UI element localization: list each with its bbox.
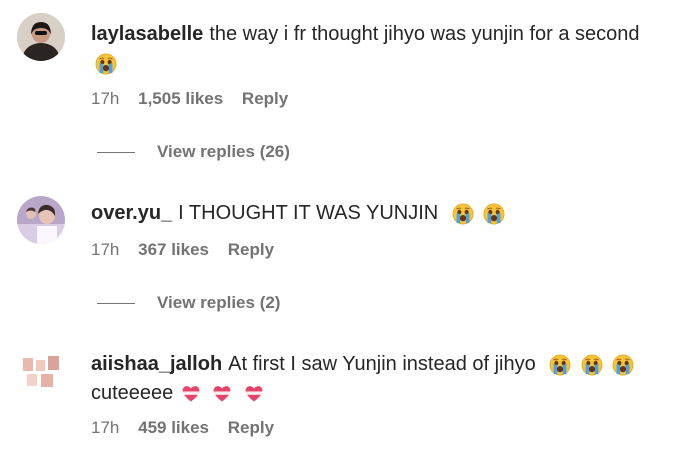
comment-likes[interactable]: 1,505 likes xyxy=(138,89,223,109)
reply-button[interactable]: Reply xyxy=(242,89,288,109)
reply-button[interactable]: Reply xyxy=(228,240,274,260)
comment-text: over.yu_ I THOUGHT IT WAS YUNJIN xyxy=(91,199,681,228)
heart-ribbon-icon xyxy=(245,385,263,402)
replies-divider xyxy=(97,151,135,153)
view-replies-label[interactable]: View replies (26) xyxy=(157,142,290,162)
crying-face-icon xyxy=(612,354,634,376)
comment-username[interactable]: over.yu_ xyxy=(91,202,172,224)
avatar[interactable] xyxy=(17,196,65,244)
comment-time[interactable]: 17h xyxy=(91,89,119,109)
comment-time[interactable]: 17h xyxy=(91,240,119,260)
avatar[interactable] xyxy=(17,13,65,61)
comment-likes[interactable]: 459 likes xyxy=(138,418,209,438)
crying-face-icon xyxy=(549,354,571,376)
crying-face-icon xyxy=(95,53,117,75)
comment-body: the way i fr thought jihyo was yunjin fo… xyxy=(209,23,640,45)
comment-text: aiishaa_jalloh At first I saw Yunjin inst… xyxy=(91,350,681,379)
view-replies-label[interactable]: View replies (2) xyxy=(157,293,280,313)
crying-face-icon xyxy=(581,354,603,376)
heart-ribbon-icon xyxy=(213,385,232,402)
avatar[interactable] xyxy=(17,348,65,396)
comment-username[interactable]: laylasabelle xyxy=(91,23,203,45)
view-replies-button[interactable]: View replies (2) xyxy=(97,293,280,313)
replies-divider xyxy=(97,302,135,304)
comment-likes[interactable]: 367 likes xyxy=(138,240,209,260)
comment-time[interactable]: 17h xyxy=(91,418,119,438)
comment-body-line2: cuteeeee xyxy=(91,382,174,404)
comment-body: I THOUGHT IT WAS YUNJIN xyxy=(178,202,439,224)
comment-text: laylasabelle the way i fr thought jihyo w… xyxy=(91,20,681,49)
comment-username[interactable]: aiishaa_jalloh xyxy=(91,353,222,375)
comment-body: At first I saw Yunjin instead of jihyo xyxy=(228,353,536,375)
heart-ribbon-icon xyxy=(182,385,200,402)
crying-face-icon xyxy=(452,203,474,225)
crying-face-icon xyxy=(483,203,505,225)
view-replies-button[interactable]: View replies (26) xyxy=(97,142,290,162)
reply-button[interactable]: Reply xyxy=(228,418,274,438)
